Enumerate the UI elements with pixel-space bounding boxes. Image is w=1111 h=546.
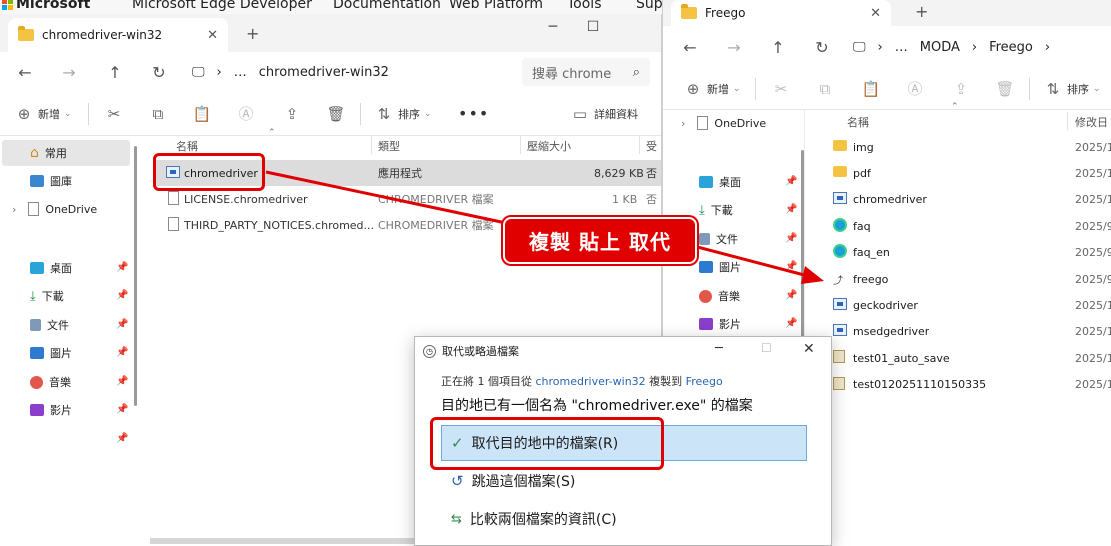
callout-label: 複製 貼上 取代 [503, 217, 697, 264]
arrow-line-to-target [685, 242, 809, 278]
arrow-head-icon [801, 266, 824, 284]
annotation-arrow-layer [265, 170, 824, 284]
arrow-line-to-callout [265, 170, 507, 225]
